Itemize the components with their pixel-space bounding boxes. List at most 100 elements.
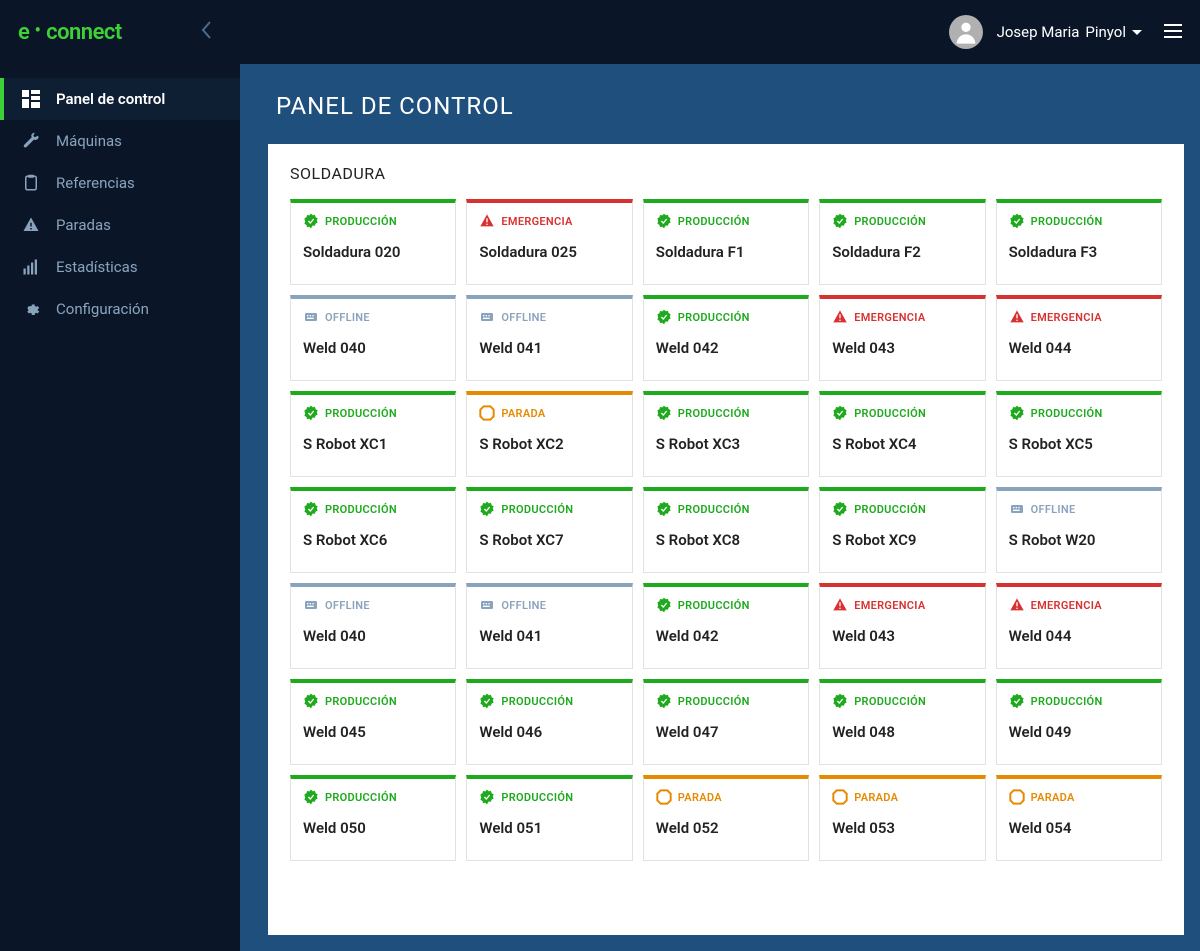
machine-card[interactable]: EMERGENCIA Soldadura 025 xyxy=(466,199,632,285)
produccion-icon xyxy=(656,501,672,517)
status-label: PARADA xyxy=(678,791,722,804)
machine-name: S Robot XC9 xyxy=(832,531,972,549)
machine-card[interactable]: PRODUCCIÓN Weld 049 xyxy=(996,679,1162,765)
produccion-icon xyxy=(832,693,848,709)
machine-card[interactable]: PRODUCCIÓN Soldadura F1 xyxy=(643,199,809,285)
machine-card[interactable]: PARADA Weld 054 xyxy=(996,775,1162,861)
machine-name: Weld 051 xyxy=(479,819,619,837)
produccion-icon xyxy=(1009,405,1025,421)
sidebar-item-dashboard[interactable]: Panel de control xyxy=(0,78,240,120)
back-button[interactable] xyxy=(200,20,212,44)
sidebar-item-stats[interactable]: Estadísticas xyxy=(0,246,240,288)
avatar[interactable] xyxy=(949,15,983,49)
produccion-icon xyxy=(1009,213,1025,229)
machine-card[interactable]: PARADA Weld 053 xyxy=(819,775,985,861)
machine-card[interactable]: PRODUCCIÓN Soldadura F2 xyxy=(819,199,985,285)
status-label: PRODUCCIÓN xyxy=(501,503,573,516)
emergencia-icon xyxy=(1009,309,1025,325)
machine-card[interactable]: PRODUCCIÓN Weld 051 xyxy=(466,775,632,861)
machine-card[interactable]: PRODUCCIÓN S Robot XC5 xyxy=(996,391,1162,477)
machine-card[interactable]: EMERGENCIA Weld 044 xyxy=(996,583,1162,669)
status-label: PRODUCCIÓN xyxy=(854,215,926,228)
produccion-icon xyxy=(479,789,495,805)
sidebar-item-label: Panel de control xyxy=(56,90,165,108)
produccion-icon xyxy=(832,213,848,229)
status-row: OFFLINE xyxy=(303,309,443,325)
status-row: EMERGENCIA xyxy=(832,309,972,325)
produccion-icon xyxy=(303,501,319,517)
machine-card[interactable]: PRODUCCIÓN Weld 042 xyxy=(643,583,809,669)
status-row: PRODUCCIÓN xyxy=(479,693,619,709)
status-label: EMERGENCIA xyxy=(501,215,572,228)
machine-card[interactable]: PRODUCCIÓN Soldadura 020 xyxy=(290,199,456,285)
status-label: PRODUCCIÓN xyxy=(325,695,397,708)
hamburger-menu-button[interactable] xyxy=(1164,23,1182,42)
status-label: PRODUCCIÓN xyxy=(325,503,397,516)
machine-card[interactable]: OFFLINE Weld 041 xyxy=(466,295,632,381)
stats-icon xyxy=(22,258,40,276)
status-label: PRODUCCIÓN xyxy=(325,407,397,420)
parada-icon xyxy=(479,405,495,421)
machine-card[interactable]: PRODUCCIÓN Weld 050 xyxy=(290,775,456,861)
sidebar-item-wrench[interactable]: Máquinas xyxy=(0,120,240,162)
machine-card[interactable]: PRODUCCIÓN S Robot XC8 xyxy=(643,487,809,573)
machine-card[interactable]: EMERGENCIA Weld 043 xyxy=(819,295,985,381)
machine-card[interactable]: PRODUCCIÓN Weld 048 xyxy=(819,679,985,765)
machine-name: Weld 043 xyxy=(832,339,972,357)
status-label: PRODUCCIÓN xyxy=(854,503,926,516)
status-label: EMERGENCIA xyxy=(1031,599,1102,612)
machine-card[interactable]: PRODUCCIÓN Weld 045 xyxy=(290,679,456,765)
offline-icon xyxy=(1009,501,1025,517)
machine-card[interactable]: PRODUCCIÓN Weld 047 xyxy=(643,679,809,765)
machine-name: Weld 042 xyxy=(656,627,796,645)
status-label: OFFLINE xyxy=(501,599,546,612)
machine-card[interactable]: PRODUCCIÓN Weld 046 xyxy=(466,679,632,765)
machine-card[interactable]: EMERGENCIA Weld 043 xyxy=(819,583,985,669)
status-label: PRODUCCIÓN xyxy=(1031,215,1103,228)
status-label: PRODUCCIÓN xyxy=(1031,407,1103,420)
machine-card[interactable]: PARADA Weld 052 xyxy=(643,775,809,861)
machine-card[interactable]: OFFLINE Weld 040 xyxy=(290,583,456,669)
status-row: OFFLINE xyxy=(303,597,443,613)
sidebar-item-clipboard[interactable]: Referencias xyxy=(0,162,240,204)
machine-card[interactable]: PRODUCCIÓN S Robot XC9 xyxy=(819,487,985,573)
machine-card[interactable]: PRODUCCIÓN S Robot XC7 xyxy=(466,487,632,573)
machine-card[interactable]: PRODUCCIÓN S Robot XC6 xyxy=(290,487,456,573)
machine-name: S Robot XC7 xyxy=(479,531,619,549)
machine-card[interactable]: OFFLINE Weld 041 xyxy=(466,583,632,669)
produccion-icon xyxy=(656,309,672,325)
offline-icon xyxy=(479,597,495,613)
offline-icon xyxy=(479,309,495,325)
gear-icon xyxy=(22,300,40,318)
main-content: PANEL DE CONTROL SOLDADURA PRODUCCIÓN So… xyxy=(240,64,1200,951)
status-row: PARADA xyxy=(1009,789,1149,805)
logo[interactable]: e • connect xyxy=(18,20,122,45)
machine-name: S Robot W20 xyxy=(1009,531,1149,549)
status-label: EMERGENCIA xyxy=(854,599,925,612)
sidebar-item-label: Estadísticas xyxy=(56,258,138,276)
sidebar-item-warning[interactable]: Paradas xyxy=(0,204,240,246)
machine-card[interactable]: PRODUCCIÓN S Robot XC1 xyxy=(290,391,456,477)
machine-name: Weld 045 xyxy=(303,723,443,741)
status-row: PRODUCCIÓN xyxy=(832,501,972,517)
machine-card[interactable]: PRODUCCIÓN S Robot XC4 xyxy=(819,391,985,477)
status-row: PRODUCCIÓN xyxy=(1009,693,1149,709)
machine-name: S Robot XC2 xyxy=(479,435,619,453)
machine-card[interactable]: OFFLINE Weld 040 xyxy=(290,295,456,381)
page-title: PANEL DE CONTROL xyxy=(240,64,1200,144)
sidebar-item-label: Referencias xyxy=(56,174,135,192)
machine-name: Soldadura 020 xyxy=(303,243,443,261)
machine-card[interactable]: PRODUCCIÓN Weld 042 xyxy=(643,295,809,381)
status-label: PRODUCCIÓN xyxy=(678,311,750,324)
machine-card[interactable]: PRODUCCIÓN S Robot XC3 xyxy=(643,391,809,477)
sidebar-item-gear[interactable]: Configuración xyxy=(0,288,240,330)
machine-card[interactable]: EMERGENCIA Weld 044 xyxy=(996,295,1162,381)
machine-card[interactable]: PRODUCCIÓN Soldadura F3 xyxy=(996,199,1162,285)
machine-card[interactable]: OFFLINE S Robot W20 xyxy=(996,487,1162,573)
user-menu[interactable]: Josep Maria Pinyol xyxy=(997,23,1142,41)
status-label: PRODUCCIÓN xyxy=(678,407,750,420)
status-row: PRODUCCIÓN xyxy=(656,213,796,229)
machine-card[interactable]: PARADA S Robot XC2 xyxy=(466,391,632,477)
machine-name: Soldadura F2 xyxy=(832,243,972,261)
produccion-icon xyxy=(479,693,495,709)
